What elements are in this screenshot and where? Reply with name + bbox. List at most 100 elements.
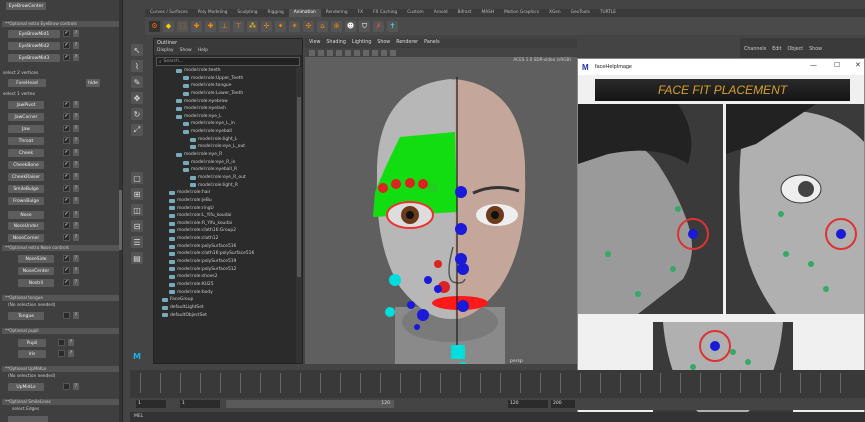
tongue-help[interactable]: ?	[73, 312, 79, 319]
rig-panel-scrollbar[interactable]	[119, 0, 122, 422]
pupil-help[interactable]: ?	[68, 339, 74, 346]
rig-checkbox-cheekbone[interactable]: ✓	[63, 161, 70, 168]
outliner-menu-display[interactable]: Display	[157, 47, 174, 55]
outliner-scrollbar[interactable]	[296, 67, 302, 363]
shelf-tab-fx[interactable]: FX	[353, 9, 368, 17]
outliner-item[interactable]: model:role:light_L	[154, 136, 296, 144]
viewport-menu-show[interactable]: Show	[377, 38, 390, 48]
nose-center-checkbox[interactable]: ✓	[63, 267, 70, 274]
viewport-menu-panels[interactable]: Panels	[424, 38, 439, 48]
rig-help-cheek[interactable]: ?	[73, 149, 79, 156]
upmidlo-button[interactable]: UpMidLo	[8, 383, 44, 391]
shelf-tab-rigging[interactable]: Rigging	[263, 9, 289, 17]
outliner-item[interactable]: model:role:eye_R_in	[154, 159, 296, 167]
shelf-tab-custom[interactable]: Custom	[402, 9, 428, 17]
shelf-scale-icon[interactable]: ✣	[303, 20, 314, 32]
layout-side-icon[interactable]: ◫	[131, 204, 143, 216]
outliner-item[interactable]: model:role:polySurface516	[154, 243, 296, 251]
layout-stack-icon[interactable]: ⊟	[131, 220, 143, 232]
outliner-item[interactable]: model:role:light_R	[154, 182, 296, 190]
rig-checkbox-smilebulge[interactable]: ✓	[63, 185, 70, 192]
shelf-graph-icon[interactable]: ⬚	[177, 20, 188, 32]
minimize-button[interactable]: —	[810, 61, 817, 69]
upmidlo-help[interactable]: ?	[73, 383, 79, 390]
layout-outliner-icon[interactable]: ☰	[131, 236, 143, 248]
nostril-button[interactable]: Nostril	[18, 279, 54, 287]
channels-menu[interactable]: Channels	[744, 38, 766, 52]
outliner-item[interactable]: model:role:cloth16:polySurface516	[154, 250, 296, 258]
rig-button-jawcorner[interactable]: JawCorner	[8, 113, 44, 121]
rig-button-cheekbone[interactable]: CheekBone	[8, 161, 44, 169]
rig-help-cheekbone[interactable]: ?	[73, 161, 79, 168]
rig-help-throat[interactable]: ?	[73, 137, 79, 144]
nose-under-button[interactable]: NoseUnder	[8, 222, 44, 230]
shelf-orient-icon[interactable]: ✶	[289, 20, 300, 32]
rig-help-smilebulge[interactable]: ?	[73, 185, 79, 192]
nose-help[interactable]: ?	[73, 211, 79, 218]
face-help-titlebar[interactable]: M faceHelpImage	[578, 59, 864, 75]
end-frame-field[interactable]: 200	[551, 400, 575, 408]
outliner-item[interactable]: model:role:eye_R_out	[154, 174, 296, 182]
outliner-item[interactable]: model:role:tongue	[154, 82, 296, 90]
eyebrow-mid2-help[interactable]: ?	[73, 42, 79, 49]
upmidlo-checkbox[interactable]	[63, 383, 70, 390]
shelf-tab-arnold[interactable]: Arnold	[429, 9, 453, 17]
move-tool-icon[interactable]: ✥	[131, 92, 143, 104]
shelf-skull-icon[interactable]: ☻	[345, 20, 356, 32]
shadow-icon[interactable]	[363, 49, 369, 56]
rig-button-jaw[interactable]: Jaw	[8, 125, 44, 133]
shelf-move-icon[interactable]: ✚	[205, 20, 216, 32]
nose-center-button[interactable]: NoseCenter	[18, 267, 54, 275]
shelf-aim-icon[interactable]: ✦	[275, 20, 286, 32]
start-frame-field[interactable]: 1	[136, 400, 166, 408]
rig-help-frownbulge[interactable]: ?	[73, 197, 79, 204]
shelf-joint-icon[interactable]: ✚	[191, 20, 202, 32]
head-model-viewport[interactable]: persp	[305, 57, 577, 364]
shelf-tab-animation[interactable]: Animation	[288, 9, 321, 17]
resolution-gate-icon[interactable]	[390, 49, 396, 56]
rig-checkbox-cheekraiser[interactable]: ✓	[63, 173, 70, 180]
nostril-help[interactable]: ?	[73, 279, 79, 286]
outliner-item[interactable]: model:role:teeth	[154, 67, 296, 75]
layout-single-icon[interactable]: ▢	[131, 172, 143, 184]
playback-end-field[interactable]: 120	[508, 400, 548, 408]
maximize-button[interactable]: ☐	[834, 61, 840, 69]
outliner-item[interactable]: defaultObjectSet	[154, 312, 296, 320]
shelf-tab-mash[interactable]: MASH	[476, 9, 499, 17]
range-slider-bar[interactable]: 120	[226, 400, 394, 408]
paint-select-icon[interactable]: ✎	[131, 76, 143, 88]
shelf-tab-bifrost[interactable]: Bifrost	[453, 9, 477, 17]
outliner-item[interactable]: model:role:cloth12	[154, 235, 296, 243]
iris-help[interactable]: ?	[68, 350, 74, 357]
rig-button-jawpivot[interactable]: JawPivot	[8, 101, 44, 109]
outliner-item[interactable]: model:role:shoes2	[154, 273, 296, 281]
outliner-item[interactable]: model:role:eye_L_out	[154, 143, 296, 151]
outliner-item[interactable]: model:role:eyebrow	[154, 98, 296, 106]
rig-button-cheek[interactable]: Cheek	[8, 149, 44, 157]
viewport-menu-renderer[interactable]: Renderer	[396, 38, 418, 48]
rig-checkbox-frownbulge[interactable]: ✓	[63, 197, 70, 204]
eyebrow-mid3-button[interactable]: EyeBrowMid3	[8, 54, 60, 62]
viewport-menu-view[interactable]: View	[309, 38, 320, 48]
shelf-cluster-icon[interactable]: ⁂	[247, 20, 258, 32]
eyebrow-center-button[interactable]: EyeBrowCenter	[6, 2, 46, 10]
rig-checkbox-cheek[interactable]: ✓	[63, 149, 70, 156]
time-slider[interactable]	[130, 370, 865, 398]
rig-help-jawcorner[interactable]: ?	[73, 113, 79, 120]
outliner-item[interactable]: model:role:R_Yifu_koudai	[154, 220, 296, 228]
layout-graph-icon[interactable]: ▤	[131, 252, 143, 264]
outliner-item[interactable]: model:role:KU25	[154, 281, 296, 289]
nose-under-checkbox[interactable]: ✓	[63, 222, 70, 229]
wireframe-icon[interactable]	[327, 49, 333, 56]
object-menu[interactable]: Object	[788, 38, 804, 52]
shelf-bone-icon[interactable]: ✗	[373, 20, 384, 32]
shelf-ik-icon[interactable]: ⊥	[219, 20, 230, 32]
show-menu[interactable]: Show	[809, 38, 822, 52]
rig-checkbox-jawcorner[interactable]: ✓	[63, 113, 70, 120]
viewport-menu-lighting[interactable]: Lighting	[352, 38, 371, 48]
layout-four-icon[interactable]: ⊞	[131, 188, 143, 200]
command-line[interactable]: MEL	[130, 412, 865, 422]
outliner-item[interactable]: model:role:Upper_Teeth	[154, 75, 296, 83]
outliner-item[interactable]: model:role:eyeball_R	[154, 166, 296, 174]
camera-icon[interactable]	[309, 49, 315, 56]
